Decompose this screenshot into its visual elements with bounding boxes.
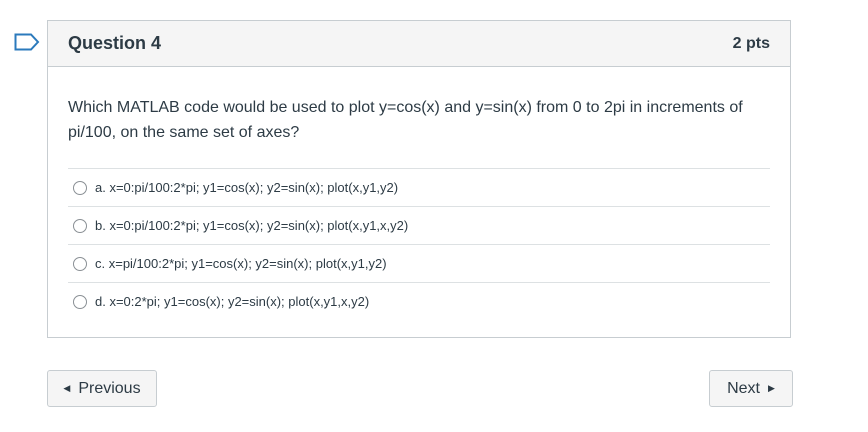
next-label: Next	[727, 379, 760, 397]
question-title: Question 4	[68, 33, 162, 53]
triangle-right-icon: ▶	[767, 383, 775, 393]
previous-label: Previous	[78, 379, 141, 397]
next-button[interactable]: Next ▶	[709, 370, 793, 407]
answer-list: a. x=0:pi/100:2*pi; y1=cos(x); y2=sin(x)…	[68, 168, 770, 320]
answer-label: b. x=0:pi/100:2*pi; y1=cos(x); y2=sin(x)…	[95, 218, 409, 233]
question-text: Which MATLAB code would be used to plot …	[68, 99, 743, 141]
radio-button[interactable]	[73, 294, 87, 309]
radio-button[interactable]	[73, 180, 87, 195]
question-body: Which MATLAB code would be used to plot …	[48, 67, 790, 320]
radio-button[interactable]	[73, 256, 87, 271]
answer-label: c. x=pi/100:2*pi; y1=cos(x); y2=sin(x); …	[95, 256, 387, 271]
answer-option-a[interactable]: a. x=0:pi/100:2*pi; y1=cos(x); y2=sin(x)…	[68, 169, 770, 207]
question-header: Question 4 2 pts	[48, 21, 790, 67]
answer-option-d[interactable]: d. x=0:2*pi; y1=cos(x); y2=sin(x); plot(…	[68, 283, 770, 320]
answer-option-b[interactable]: b. x=0:pi/100:2*pi; y1=cos(x); y2=sin(x)…	[68, 207, 770, 245]
answer-label: a. x=0:pi/100:2*pi; y1=cos(x); y2=sin(x)…	[95, 180, 399, 195]
question-points: 2 pts	[732, 34, 770, 52]
radio-button[interactable]	[73, 218, 87, 233]
answer-label: d. x=0:2*pi; y1=cos(x); y2=sin(x); plot(…	[95, 294, 370, 309]
quiz-page: Question 4 2 pts Which MATLAB code would…	[0, 0, 868, 432]
triangle-left-icon: ◀	[63, 383, 71, 393]
answer-option-c[interactable]: c. x=pi/100:2*pi; y1=cos(x); y2=sin(x); …	[68, 245, 770, 283]
previous-button[interactable]: ◀ Previous	[47, 370, 157, 407]
question-card: Question 4 2 pts Which MATLAB code would…	[47, 20, 791, 338]
flag-question-icon[interactable]	[14, 33, 40, 51]
